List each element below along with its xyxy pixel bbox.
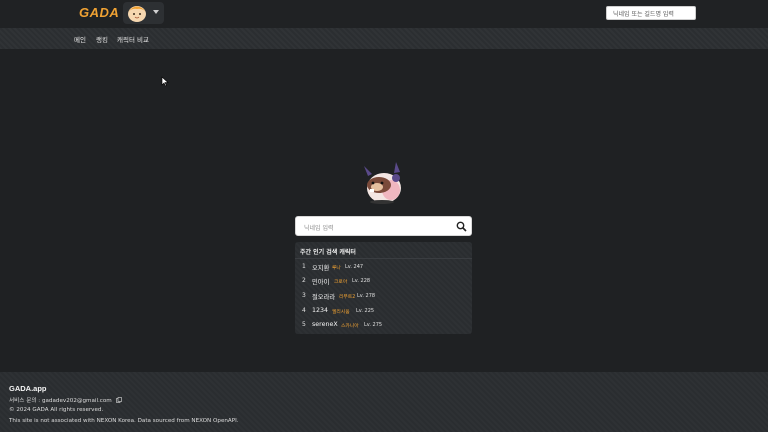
nav-item-ranking[interactable]: 랭킹: [96, 34, 108, 44]
world-name: 스카니아: [341, 324, 359, 329]
character-level: Lv. 225: [356, 308, 375, 314]
ranking-row[interactable]: 1 오지환 루나 Lv. 247: [295, 260, 472, 274]
ranking-row[interactable]: 5 sereneX 스카니아 Lv. 275: [295, 318, 472, 332]
rank-number: 3: [302, 292, 306, 299]
world-name: 크로아: [334, 280, 348, 285]
footer-contact: 서비스 문의 : gadadev202@gmail.com: [9, 396, 122, 404]
character-nickname: 1234: [312, 307, 329, 314]
character-level: Lv. 247: [345, 264, 364, 270]
main-navigation: 메인 랭킹 캐릭터 비교: [0, 28, 768, 49]
rank-number: 1: [302, 263, 306, 270]
contact-text: 서비스 문의 : gadadev202@gmail.com: [9, 398, 112, 404]
world-name: 리부트2: [339, 295, 356, 300]
search-icon[interactable]: [456, 221, 467, 232]
mouse-cursor-icon: [161, 76, 169, 87]
footer-brand: GADA.app: [9, 384, 47, 393]
nav-item-main[interactable]: 메인: [74, 34, 86, 44]
character-nickname: 오지환: [312, 265, 330, 272]
world-name: 루나: [332, 266, 341, 271]
copy-icon[interactable]: [115, 397, 122, 403]
nav-item-character-compare[interactable]: 캐릭터 비교: [117, 34, 149, 44]
rank-number: 5: [302, 321, 306, 328]
top-header: GADA 닉네임 또는 길드명 입력: [0, 0, 768, 28]
ranking-row[interactable]: 4 1234 엘리시움 Lv. 225: [295, 304, 472, 318]
search-placeholder: 닉네임 입력: [304, 225, 334, 232]
site-footer: GADA.app 서비스 문의 : gadadev202@gmail.com ©…: [0, 372, 768, 432]
weekly-popular-panel: 주간 인기 검색 캐릭터 1 오지환 루나 Lv. 247 2 민아이 크로아 …: [295, 242, 472, 334]
character-level: Lv. 228: [352, 278, 371, 284]
site-logo[interactable]: GADA: [79, 5, 119, 20]
rank-number: 4: [302, 307, 306, 314]
character-nickname: 민아이: [312, 279, 330, 286]
character-level: Lv. 278: [357, 293, 376, 299]
divider: [295, 258, 472, 259]
world-name: 엘리시움: [332, 310, 350, 315]
chevron-down-icon: [153, 10, 159, 14]
character-nickname: sereneX: [312, 321, 338, 328]
avatar-icon: [128, 6, 146, 22]
character-search-input[interactable]: 닉네임 입력: [295, 216, 472, 236]
character-nickname: 절오라라: [312, 294, 336, 301]
panel-title: 주간 인기 검색 캐릭터: [300, 249, 356, 256]
rank-number: 2: [302, 277, 306, 284]
footer-disclaimer: This site is not associated with NEXON K…: [9, 418, 239, 424]
mascot-image: [364, 162, 401, 204]
ranking-row[interactable]: 2 민아이 크로아 Lv. 228: [295, 274, 472, 288]
footer-copyright: © 2024 GADA All rights reserved.: [9, 407, 104, 413]
header-search-input[interactable]: 닉네임 또는 길드명 입력: [606, 6, 696, 20]
character-level: Lv. 275: [364, 322, 383, 328]
ranking-row[interactable]: 3 절오라라 리부트2 Lv. 278: [295, 289, 472, 303]
profile-menu-button[interactable]: [123, 2, 164, 24]
